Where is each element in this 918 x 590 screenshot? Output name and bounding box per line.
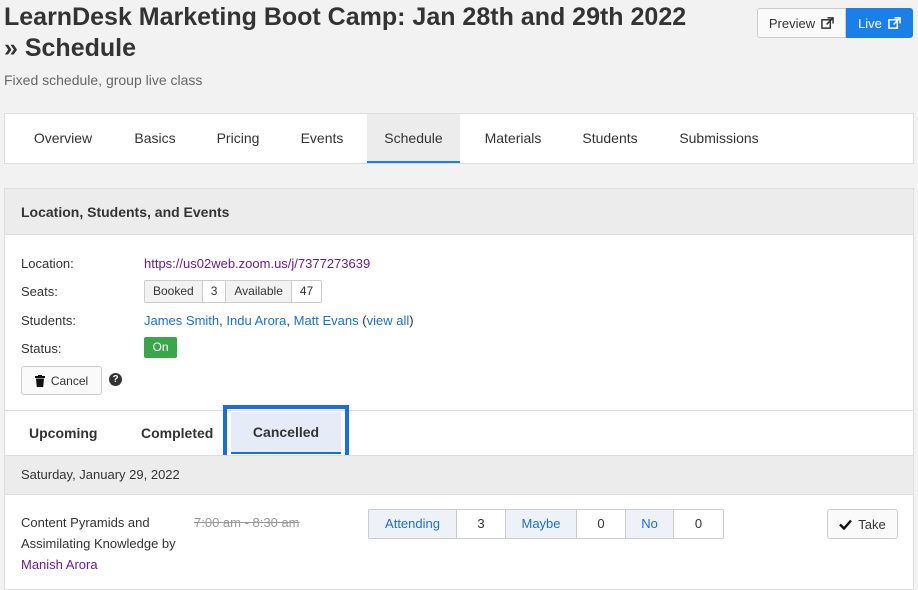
- tab-submissions[interactable]: Submissions: [665, 114, 773, 163]
- card-title: Location, Students, and Events: [5, 189, 913, 235]
- question-circle-icon[interactable]: ?: [109, 373, 122, 386]
- maybe-count: 0: [576, 510, 626, 538]
- date-heading: Saturday, January 29, 2022: [5, 455, 913, 495]
- students-list: James Smith, Indu Arora, Matt Evans (vie…: [144, 313, 414, 328]
- tab-events[interactable]: Events: [283, 114, 361, 163]
- header-buttons: Preview Live: [757, 8, 913, 38]
- tab-basics[interactable]: Basics: [117, 114, 193, 163]
- subtab-cancelled[interactable]: Cancelled: [231, 412, 341, 454]
- take-button[interactable]: Take: [827, 509, 898, 539]
- live-label: Live: [858, 15, 882, 31]
- booked-label: Booked: [145, 281, 202, 302]
- seats-group: Booked 3 Available 47: [144, 280, 323, 303]
- location-link[interactable]: https://us02web.zoom.us/j/7377273639: [144, 256, 370, 271]
- live-button[interactable]: Live: [846, 8, 913, 38]
- rsvp-group: Attending 3 Maybe 0 No 0: [368, 509, 724, 539]
- external-link-icon: [821, 16, 834, 29]
- students-label: Students:: [21, 313, 76, 328]
- subtab-upcoming[interactable]: Upcoming: [29, 411, 97, 455]
- student-link[interactable]: James Smith: [144, 313, 219, 328]
- tab-overview[interactable]: Overview: [15, 114, 111, 163]
- attending-count: 3: [456, 510, 506, 538]
- available-label: Available: [226, 281, 291, 302]
- external-link-icon: [888, 16, 901, 29]
- maybe-label[interactable]: Maybe: [506, 510, 576, 538]
- session-title: Content Pyramids and Assimilating Knowle…: [21, 512, 191, 575]
- available-count: 47: [290, 281, 322, 302]
- tab-schedule[interactable]: Schedule: [367, 114, 460, 163]
- subtab-completed[interactable]: Completed: [141, 411, 213, 455]
- check-icon: [839, 519, 853, 530]
- instructor-link[interactable]: Manish Arora: [21, 557, 98, 572]
- session-title-text: Content Pyramids and Assimilating Knowle…: [21, 515, 176, 551]
- location-label: Location:: [21, 256, 74, 271]
- cancel-button[interactable]: Cancel: [21, 366, 102, 395]
- course-tabs: Overview Basics Pricing Events Schedule …: [4, 113, 914, 164]
- seats-label: Seats:: [21, 284, 58, 299]
- trash-icon: [34, 374, 45, 387]
- no-count: 0: [673, 510, 723, 538]
- tab-materials[interactable]: Materials: [469, 114, 557, 163]
- view-all-link[interactable]: view all: [367, 313, 410, 328]
- preview-label: Preview: [768, 15, 816, 31]
- no-label[interactable]: No: [626, 510, 673, 538]
- page-title: LearnDesk Marketing Boot Camp: Jan 28th …: [4, 3, 687, 62]
- page-subtitle: Fixed schedule, group live class: [4, 72, 203, 88]
- status-badge: On: [144, 337, 177, 358]
- student-link[interactable]: Indu Arora: [226, 313, 286, 328]
- tab-students[interactable]: Students: [567, 114, 653, 163]
- booked-count: 3: [201, 281, 227, 302]
- status-label: Status:: [21, 341, 62, 356]
- cancel-label: Cancel: [50, 373, 89, 388]
- student-link[interactable]: Matt Evans: [294, 313, 359, 328]
- schedule-card: Location, Students, and Events Location:…: [4, 188, 914, 590]
- tab-pricing[interactable]: Pricing: [199, 114, 277, 163]
- preview-button[interactable]: Preview: [757, 8, 846, 38]
- attending-label[interactable]: Attending: [369, 510, 456, 538]
- session-time: 7:00 am - 8:30 am: [194, 515, 300, 530]
- session-tabs: Upcoming Completed Cancelled: [5, 405, 913, 462]
- take-label: Take: [858, 516, 886, 532]
